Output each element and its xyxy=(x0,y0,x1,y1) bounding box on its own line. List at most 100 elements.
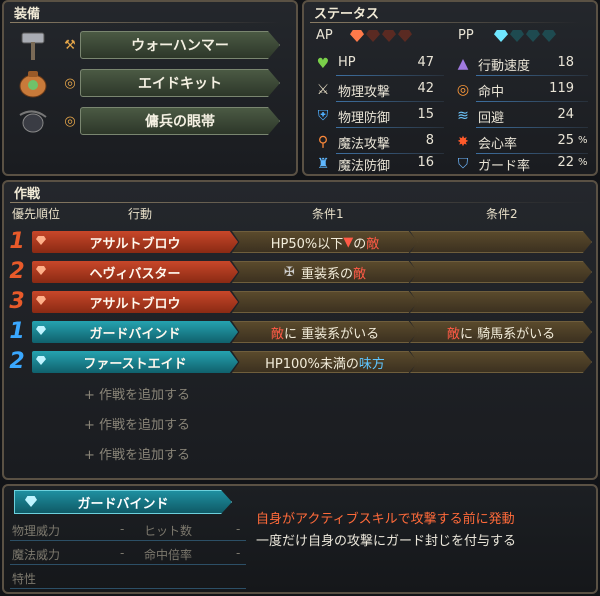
stat-underline xyxy=(476,101,588,102)
pp-gem-filled-icon xyxy=(494,30,508,42)
tactic-condition-2[interactable] xyxy=(410,291,592,313)
stat-label: 回避 xyxy=(478,111,505,126)
tactic-action[interactable]: ヘヴィバスター xyxy=(32,261,238,283)
tactic-action[interactable]: アサルトブロウ xyxy=(32,291,238,313)
condition-text: に 重装系がいる xyxy=(283,326,380,342)
heavy-armor-icon: ✠ xyxy=(284,264,295,280)
stat-underline xyxy=(476,127,588,128)
tactic-priority: 1 xyxy=(9,229,25,254)
stat-magic-attack: ⚲ 魔法攻撃 8 xyxy=(314,132,444,154)
bag-icon xyxy=(14,66,52,100)
pp-gem-empty-icon xyxy=(526,30,540,42)
tactic-condition-2[interactable] xyxy=(410,351,592,373)
condition-text: 重装系の xyxy=(300,266,353,282)
status-title-divider xyxy=(310,22,580,23)
ap-gem-empty-icon xyxy=(366,30,380,42)
tactic-row[interactable]: 1 ガードバインド 敵に 重装系がいる 敵に 騎馬系がいる xyxy=(6,319,594,345)
skill-stat-label: ヒット数 xyxy=(144,524,193,538)
burst-icon: ✸ xyxy=(457,134,469,150)
tactics-title-divider xyxy=(10,202,590,203)
stat-label: 行動速度 xyxy=(478,59,531,74)
skill-stat-value: - xyxy=(236,522,241,536)
tactic-condition-1[interactable]: ✠ 重装系の敵 xyxy=(232,261,418,283)
equipment-title-divider xyxy=(10,22,280,23)
stat-value: 24 xyxy=(557,107,574,122)
skill-stat-value: - xyxy=(120,546,125,560)
skill-stat-divider xyxy=(10,588,246,589)
tactic-action[interactable]: ファーストエイド xyxy=(32,351,238,373)
stat-underline xyxy=(336,75,444,76)
stat-value: 25 xyxy=(557,133,574,148)
status-title: ステータス xyxy=(314,7,380,22)
down-arrow-icon: ▼ xyxy=(343,234,354,250)
stat-value: 47 xyxy=(417,55,434,70)
tactic-condition-2[interactable] xyxy=(410,231,592,253)
axe-icon: ⚒ xyxy=(64,38,76,53)
stat-label: 物理防御 xyxy=(338,111,391,126)
condition-target: 敵 xyxy=(352,266,366,282)
stat-label: 物理攻撃 xyxy=(338,85,391,100)
tactic-priority: 3 xyxy=(9,289,25,314)
condition-text: に 騎馬系がいる xyxy=(459,326,556,342)
target-icon: ◎ xyxy=(456,82,470,98)
ap-gem-filled-icon xyxy=(350,30,364,42)
pp-gem-empty-icon xyxy=(510,30,524,42)
header-cond1: 条件1 xyxy=(312,207,344,221)
tactic-row[interactable]: 3 アサルトブロウ xyxy=(6,289,594,315)
equipment-name-1[interactable]: ウォーハンマー xyxy=(80,31,280,59)
stat-hp: ♥ HP 47 xyxy=(314,54,444,76)
stat-underline xyxy=(336,127,444,128)
wing-icon: ≋ xyxy=(457,108,469,124)
stat-label: 命中 xyxy=(478,85,505,100)
add-tactic-button[interactable]: + 作戦を追加する xyxy=(84,414,190,433)
heart-icon: ♥ xyxy=(316,56,330,72)
tactic-action[interactable]: ガードバインド xyxy=(32,321,238,343)
equipment-name-2[interactable]: エイドキット xyxy=(80,69,280,97)
tactic-condition-1[interactable]: HP100%未満の 味方 xyxy=(232,351,418,373)
ring-icon: ◎ xyxy=(64,114,76,129)
tactic-condition-1[interactable] xyxy=(232,291,418,313)
stat-underline xyxy=(476,75,588,76)
equipment-title: 装備 xyxy=(14,7,41,22)
skill-stat-label: 特性 xyxy=(12,572,37,586)
header-action: 行動 xyxy=(128,207,153,221)
stat-unit: % xyxy=(578,135,588,146)
stat-label: ガード率 xyxy=(478,159,531,174)
add-tactic-button[interactable]: + 作戦を追加する xyxy=(84,384,190,403)
tactic-row[interactable]: 1 アサルトブロウ HP50%以下 ▼ の敵 xyxy=(6,229,594,255)
equipment-panel: 装備 ⚒ ウォーハンマー ◎ エイドキット ◎ 傭兵の眼帯 xyxy=(2,0,298,176)
skill-stat-label: 魔法威力 xyxy=(12,548,61,562)
eyepatch-icon xyxy=(14,104,52,138)
tactic-condition-2[interactable] xyxy=(410,261,592,283)
condition-target: 敵 xyxy=(366,236,380,252)
add-tactic-button[interactable]: + 作戦を追加する xyxy=(84,444,190,463)
ap-gem-empty-icon xyxy=(398,30,412,42)
tactic-condition-1[interactable]: HP50%以下 ▼ の敵 xyxy=(232,231,418,253)
stat-value: 8 xyxy=(425,133,434,148)
tactic-condition-1[interactable]: 敵に 重装系がいる xyxy=(232,321,418,343)
equipment-name-3[interactable]: 傭兵の眼帯 xyxy=(80,107,280,135)
pp-gem-empty-icon xyxy=(542,30,556,42)
skill-name: ガードバインド xyxy=(77,496,169,512)
stat-guard-rate: ⛉ ガード率 22 % xyxy=(454,154,594,174)
tactics-title: 作戦 xyxy=(14,187,41,202)
equipment-slot-3[interactable]: ◎ 傭兵の眼帯 xyxy=(12,104,282,138)
stat-label: 魔法防御 xyxy=(338,159,391,174)
sword-icon: ⚔ xyxy=(316,82,330,98)
equipment-slot-1[interactable]: ⚒ ウォーハンマー xyxy=(12,28,282,62)
shield-icon: ⛉ xyxy=(457,156,469,172)
tactic-row[interactable]: 2 ファーストエイド HP100%未満の 味方 xyxy=(6,349,594,375)
tactic-action[interactable]: アサルトブロウ xyxy=(32,231,238,253)
stat-label: 魔法攻撃 xyxy=(338,137,391,152)
stat-value: 18 xyxy=(557,55,574,70)
stat-magic-defense: ♜ 魔法防御 16 xyxy=(314,154,444,174)
equipment-slot-2[interactable]: ◎ エイドキット xyxy=(12,66,282,100)
tactic-condition-2[interactable]: 敵に 騎馬系がいる xyxy=(410,321,592,343)
skill-trigger-text: 自身がアクティブスキルで攻撃する前に発動 xyxy=(256,512,515,527)
condition-text: HP100%未満の xyxy=(265,356,359,372)
tactic-row[interactable]: 2 ヘヴィバスター ✠ 重装系の敵 xyxy=(6,259,594,285)
stat-underline xyxy=(336,101,444,102)
skill-stat-value: - xyxy=(120,522,125,536)
tactic-priority: 1 xyxy=(9,319,25,344)
condition-target: 敵 xyxy=(270,326,284,342)
